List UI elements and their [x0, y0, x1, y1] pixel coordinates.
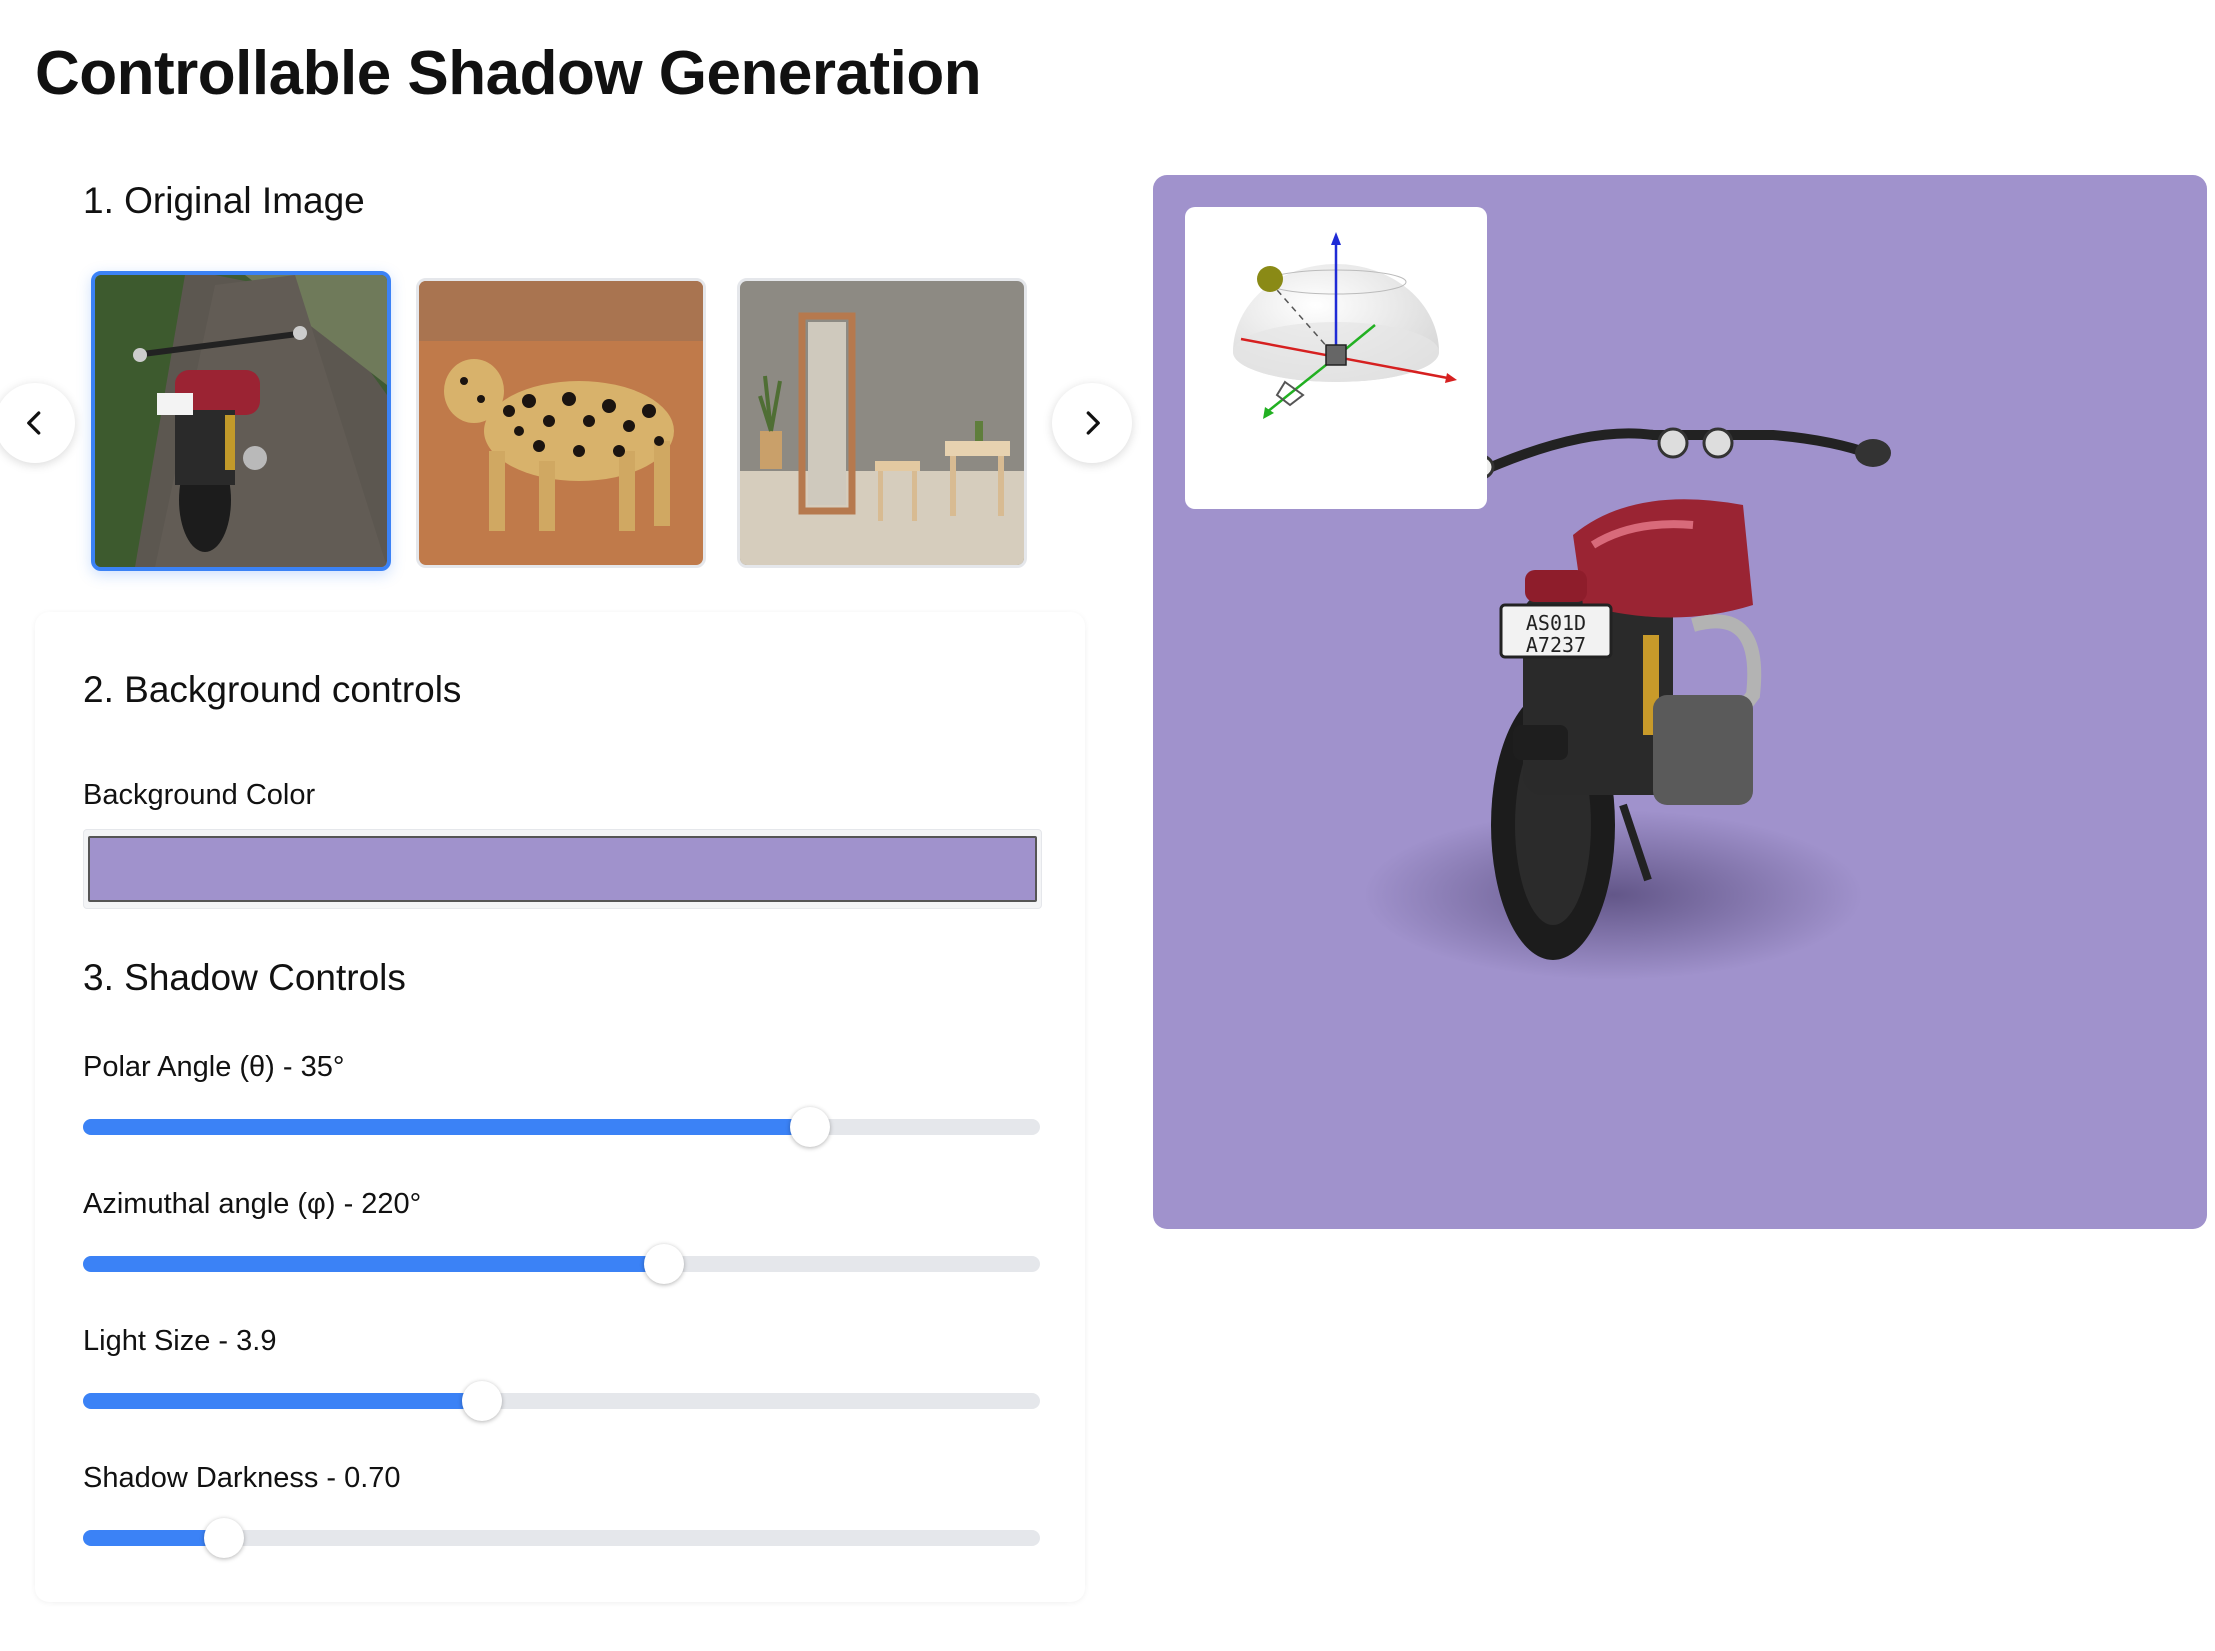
- room-interior-image: [740, 281, 1024, 565]
- background-color-picker[interactable]: [83, 829, 1042, 909]
- leopard-image: [419, 281, 703, 565]
- svg-text:A7237: A7237: [1526, 633, 1586, 657]
- light-size-slider-handle[interactable]: [462, 1381, 503, 1421]
- azimuthal-angle-slider[interactable]: [83, 1244, 1040, 1284]
- thumbnail-leopard[interactable]: [416, 278, 706, 568]
- thumbnail-motorcycle[interactable]: [91, 271, 391, 571]
- shadow-darkness-slider[interactable]: [83, 1518, 1040, 1558]
- thumbnail-room-interior[interactable]: [737, 278, 1027, 568]
- background-controls-heading: 2. Background controls: [83, 669, 462, 710]
- output-preview: AS01D A7237: [1153, 175, 2207, 1229]
- shadow-controls-heading: 3. Shadow Controls: [83, 957, 406, 998]
- motorcycle-image: [95, 275, 387, 567]
- azimuthal-angle-label: Azimuthal angle (φ) - 220°: [83, 1188, 422, 1220]
- shadow-darkness-label: Shadow Darkness - 0.70: [83, 1462, 401, 1494]
- svg-text:AS01D: AS01D: [1526, 611, 1586, 635]
- carousel-prev-button[interactable]: [0, 383, 75, 463]
- light-direction-widget[interactable]: [1185, 207, 1487, 509]
- carousel-next-button[interactable]: [1052, 383, 1132, 463]
- light-hemisphere-icon: [1233, 232, 1457, 419]
- polar-angle-slider[interactable]: [83, 1107, 1040, 1147]
- chevron-left-icon: [27, 411, 41, 435]
- shadow-darkness-slider-handle[interactable]: [203, 1518, 244, 1558]
- chevron-right-icon: [1086, 411, 1100, 435]
- background-color-label: Background Color: [83, 779, 316, 811]
- background-color-swatch[interactable]: [88, 836, 1037, 902]
- azimuthal-angle-slider-handle[interactable]: [643, 1244, 684, 1284]
- original-image-heading: 1. Original Image: [83, 180, 365, 221]
- polar-angle-label: Polar Angle (θ) - 35°: [83, 1051, 345, 1083]
- controls-panel: [35, 612, 1085, 1602]
- page-title: Controllable Shadow Generation: [35, 39, 982, 108]
- light-size-slider[interactable]: [83, 1381, 1040, 1421]
- light-size-label: Light Size - 3.9: [83, 1325, 277, 1357]
